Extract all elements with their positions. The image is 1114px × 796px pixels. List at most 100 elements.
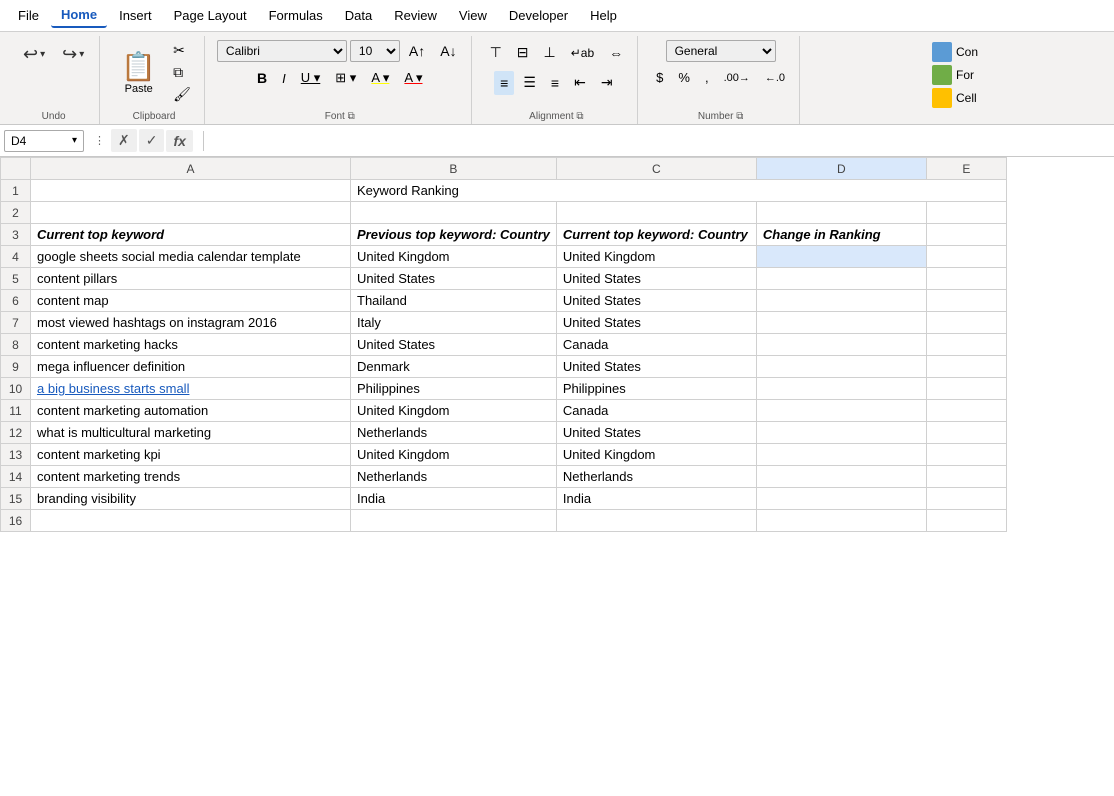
- menu-item-formulas[interactable]: Formulas: [259, 4, 333, 27]
- col-header-e[interactable]: E: [926, 158, 1006, 180]
- cell-a4[interactable]: google sheets social media calendar temp…: [31, 246, 351, 268]
- cell-reference-box[interactable]: D4 ▾: [4, 130, 84, 152]
- cell-e10[interactable]: [926, 378, 1006, 400]
- cell-e5[interactable]: [926, 268, 1006, 290]
- cell-e12[interactable]: [926, 422, 1006, 444]
- cell-c4[interactable]: United Kingdom: [556, 246, 756, 268]
- increase-decimal-button[interactable]: .00→: [718, 69, 756, 87]
- middle-align-button[interactable]: ⊟: [511, 40, 535, 65]
- number-format-select[interactable]: GeneralNumberCurrencyShort Date: [666, 40, 776, 62]
- format-painter-button[interactable]: 🖌: [168, 84, 196, 105]
- menu-item-developer[interactable]: Developer: [499, 4, 578, 27]
- row-number-6[interactable]: 6: [1, 290, 31, 312]
- cell-a8[interactable]: content marketing hacks: [31, 334, 351, 356]
- top-align-button[interactable]: ⊤: [484, 40, 508, 65]
- formula-input[interactable]: [212, 130, 1110, 152]
- cell-d5[interactable]: [756, 268, 926, 290]
- increase-indent-button[interactable]: ⇥: [595, 70, 619, 95]
- row-number-9[interactable]: 9: [1, 356, 31, 378]
- paste-button[interactable]: 📋 Paste: [112, 45, 165, 100]
- font-size-select[interactable]: 8910111214: [350, 40, 400, 62]
- header-cell-c3[interactable]: Current top keyword: Country: [556, 224, 756, 246]
- row-number-5[interactable]: 5: [1, 268, 31, 290]
- bold-button[interactable]: B: [251, 67, 273, 89]
- cell-e2[interactable]: [926, 202, 1006, 224]
- cell-b16[interactable]: [351, 510, 557, 532]
- cell-e7[interactable]: [926, 312, 1006, 334]
- cell-d10[interactable]: [756, 378, 926, 400]
- decrease-decimal-button[interactable]: ←.0: [759, 69, 791, 87]
- cell-a16[interactable]: [31, 510, 351, 532]
- row-number-13[interactable]: 13: [1, 444, 31, 466]
- cell-c12[interactable]: United States: [556, 422, 756, 444]
- align-center-button[interactable]: ☰: [517, 70, 542, 95]
- cell-c16[interactable]: [556, 510, 756, 532]
- cell-e6[interactable]: [926, 290, 1006, 312]
- cancel-formula-button[interactable]: ✗: [111, 129, 137, 152]
- menu-item-page layout[interactable]: Page Layout: [164, 4, 257, 27]
- align-left-button[interactable]: ≡: [494, 71, 514, 95]
- accounting-format-button[interactable]: $: [650, 67, 669, 88]
- cell-a11[interactable]: content marketing automation: [31, 400, 351, 422]
- col-header-d[interactable]: D: [756, 158, 926, 180]
- formula-button[interactable]: fx: [166, 130, 192, 152]
- cell-b6[interactable]: Thailand: [351, 290, 557, 312]
- cell-e11[interactable]: [926, 400, 1006, 422]
- row-number-16[interactable]: 16: [1, 510, 31, 532]
- cell-d12[interactable]: [756, 422, 926, 444]
- cell-e9[interactable]: [926, 356, 1006, 378]
- row-number-10[interactable]: 10: [1, 378, 31, 400]
- row-number-7[interactable]: 7: [1, 312, 31, 334]
- cell-b9[interactable]: Denmark: [351, 356, 557, 378]
- menu-item-insert[interactable]: Insert: [109, 4, 162, 27]
- cell-a12[interactable]: what is multicultural marketing: [31, 422, 351, 444]
- cell-c15[interactable]: India: [556, 488, 756, 510]
- header-cell-d3[interactable]: Change in Ranking: [756, 224, 926, 246]
- row-number-1[interactable]: 1: [1, 180, 31, 202]
- cell-e8[interactable]: [926, 334, 1006, 356]
- cell-a10[interactable]: a big business starts small: [31, 378, 351, 400]
- cell-d8[interactable]: [756, 334, 926, 356]
- cell-d16[interactable]: [756, 510, 926, 532]
- row-number-8[interactable]: 8: [1, 334, 31, 356]
- cell-b12[interactable]: Netherlands: [351, 422, 557, 444]
- cell-c8[interactable]: Canada: [556, 334, 756, 356]
- cell-a1[interactable]: [31, 180, 351, 202]
- confirm-formula-button[interactable]: ✓: [139, 129, 165, 152]
- menu-item-data[interactable]: Data: [335, 4, 382, 27]
- borders-button[interactable]: ⊞ ▾: [329, 67, 362, 89]
- font-color-button[interactable]: A ▾: [398, 67, 428, 89]
- cell-a13[interactable]: content marketing kpi: [31, 444, 351, 466]
- cell-d6[interactable]: [756, 290, 926, 312]
- cell-c6[interactable]: United States: [556, 290, 756, 312]
- cell-e4[interactable]: [926, 246, 1006, 268]
- row-number-12[interactable]: 12: [1, 422, 31, 444]
- cell-b8[interactable]: United States: [351, 334, 557, 356]
- row-number-14[interactable]: 14: [1, 466, 31, 488]
- cell-c9[interactable]: United States: [556, 356, 756, 378]
- cell-d9[interactable]: [756, 356, 926, 378]
- cell-b7[interactable]: Italy: [351, 312, 557, 334]
- cell-e14[interactable]: [926, 466, 1006, 488]
- cell-d15[interactable]: [756, 488, 926, 510]
- menu-item-view[interactable]: View: [449, 4, 497, 27]
- cell-d4[interactable]: [756, 246, 926, 268]
- cell-d7[interactable]: [756, 312, 926, 334]
- redo-button[interactable]: ↪▾: [55, 40, 91, 69]
- header-cell-e3[interactable]: [926, 224, 1006, 246]
- increase-font-button[interactable]: A↑: [403, 40, 431, 62]
- row-number-4[interactable]: 4: [1, 246, 31, 268]
- row-number-2[interactable]: 2: [1, 202, 31, 224]
- row-number-11[interactable]: 11: [1, 400, 31, 422]
- decrease-indent-button[interactable]: ⇤: [568, 70, 592, 95]
- cell-b4[interactable]: United Kingdom: [351, 246, 557, 268]
- cell-a14[interactable]: content marketing trends: [31, 466, 351, 488]
- cell-a2[interactable]: [31, 202, 351, 224]
- cell-a7[interactable]: most viewed hashtags on instagram 2016: [31, 312, 351, 334]
- merge-button[interactable]: ⇔: [603, 41, 629, 65]
- percent-button[interactable]: %: [672, 67, 696, 88]
- col-header-b[interactable]: B: [351, 158, 557, 180]
- header-cell-b3[interactable]: Previous top keyword: Country: [351, 224, 557, 246]
- wrap-text-button[interactable]: ↵ab: [565, 42, 600, 64]
- cut-button[interactable]: ✂: [168, 40, 196, 61]
